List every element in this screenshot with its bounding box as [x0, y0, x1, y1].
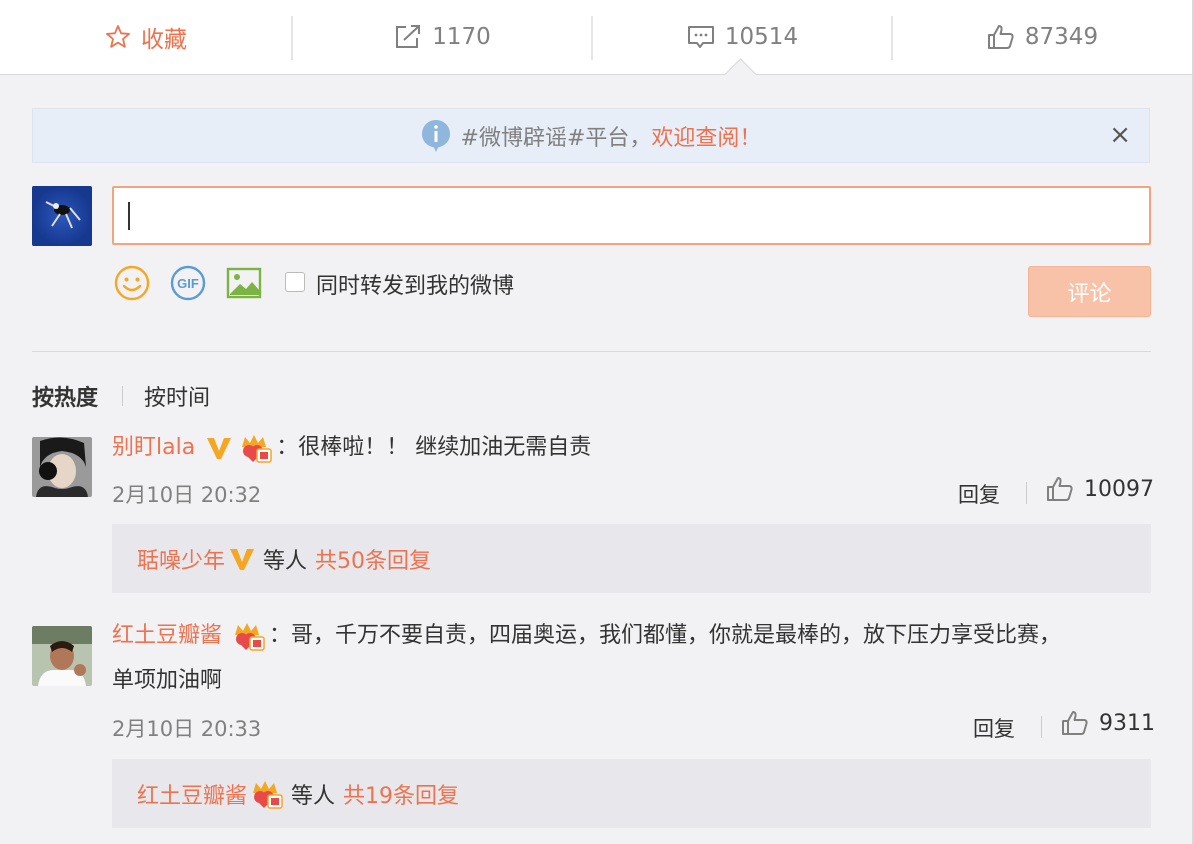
image-icon[interactable]	[225, 264, 263, 302]
like-button[interactable]: 87349	[893, 0, 1192, 74]
sync-forward-checkbox[interactable]	[285, 272, 305, 292]
comment-text: ：哥，千万不要自责，四届奥运，我们都懂，你就是最棒的，放下压力享受比赛，	[269, 623, 1062, 648]
action-bar: 收藏 1170 10514 87349	[0, 0, 1192, 75]
sub-replies-box[interactable]: 红土豆瓣酱 等人 共19条回复	[112, 759, 1151, 828]
comment-like-button[interactable]: 9311	[1061, 710, 1155, 736]
forward-count: 1170	[432, 24, 491, 50]
comment-input[interactable]	[112, 186, 1151, 245]
verified-v-icon	[230, 548, 255, 570]
submit-comment-button[interactable]: 评论	[1028, 266, 1151, 317]
info-icon	[421, 119, 450, 152]
commenter-avatar[interactable]	[32, 626, 92, 686]
rumor-notice-banner: #微博辟谣#平台， 欢迎查阅！ ×	[32, 108, 1150, 163]
thumbs-up-icon	[987, 25, 1014, 49]
thumbs-up-icon	[1047, 477, 1073, 501]
comment-like-count: 9311	[1099, 710, 1155, 736]
gif-text: GIF	[177, 276, 199, 291]
favorite-label: 收藏	[141, 27, 187, 53]
sort-by-time[interactable]: 按时间	[144, 380, 210, 412]
forward-button[interactable]: 1170	[293, 0, 592, 74]
thumbs-up-icon	[1062, 711, 1088, 735]
comment-time: 2月10日 20:33	[112, 717, 262, 741]
sub-replies-box[interactable]: 聒噪少年 等人 共50条回复	[112, 524, 1151, 593]
share-icon	[396, 25, 421, 48]
gif-icon[interactable]: GIF	[169, 264, 207, 302]
section-divider	[32, 351, 1151, 352]
comment-like-button[interactable]: 10097	[1046, 476, 1154, 502]
comment-time: 2月10日 20:32	[112, 483, 262, 507]
text-cursor	[128, 202, 130, 230]
commenter-name[interactable]: 红土豆瓣酱	[112, 623, 222, 648]
notice-link[interactable]: 欢迎查阅！	[651, 120, 761, 152]
sub-reply-name[interactable]: 聒噪少年	[137, 543, 225, 575]
comment-line: 红土豆瓣酱 ：哥，千万不要自责，四届奥运，我们都懂，你就是最棒的，放下压力享受比…	[112, 620, 1061, 652]
sub-reply-name[interactable]: 红土豆瓣酱	[137, 778, 247, 810]
close-icon[interactable]: ×	[1109, 121, 1131, 149]
comment-text-continued: 单项加油啊	[112, 668, 223, 693]
sub-reply-count[interactable]: 共19条回复	[343, 778, 459, 810]
verified-v-icon	[207, 438, 232, 459]
sub-reply-mid: 等人	[291, 783, 336, 809]
commenter-avatar[interactable]	[32, 437, 92, 497]
crown-badge-icon	[242, 435, 272, 463]
sub-reply-mid: 等人	[263, 548, 308, 574]
comment-icon	[687, 26, 714, 48]
sort-by-hot[interactable]: 按热度	[32, 380, 98, 412]
commenter-name[interactable]: 别盯lala	[112, 435, 195, 460]
comment-like-count: 10097	[1084, 476, 1154, 502]
crown-badge-icon	[235, 623, 265, 651]
sub-reply-count[interactable]: 共50条回复	[315, 543, 431, 575]
current-user-avatar	[32, 186, 92, 246]
sort-divider	[122, 386, 123, 406]
comment-text: ：很棒啦！！ 继续加油无需自责	[276, 435, 592, 460]
reply-button[interactable]: 回复	[958, 479, 1000, 509]
reply-button[interactable]: 回复	[973, 713, 1015, 743]
sync-forward-label: 同时转发到我的微博	[316, 274, 515, 299]
like-count: 87349	[1024, 24, 1099, 50]
comment-line: 别盯lala ：很棒啦！！ 继续加油无需自责	[112, 432, 591, 464]
notice-text: #微博辟谣#平台，	[460, 125, 652, 151]
emoji-icon[interactable]	[113, 264, 151, 302]
crown-badge-icon	[253, 780, 283, 809]
star-icon	[106, 25, 130, 48]
action-divider	[1026, 482, 1027, 504]
action-divider	[1041, 716, 1042, 738]
comment-count: 10514	[724, 24, 799, 50]
favorite-button[interactable]: 收藏	[0, 0, 292, 74]
